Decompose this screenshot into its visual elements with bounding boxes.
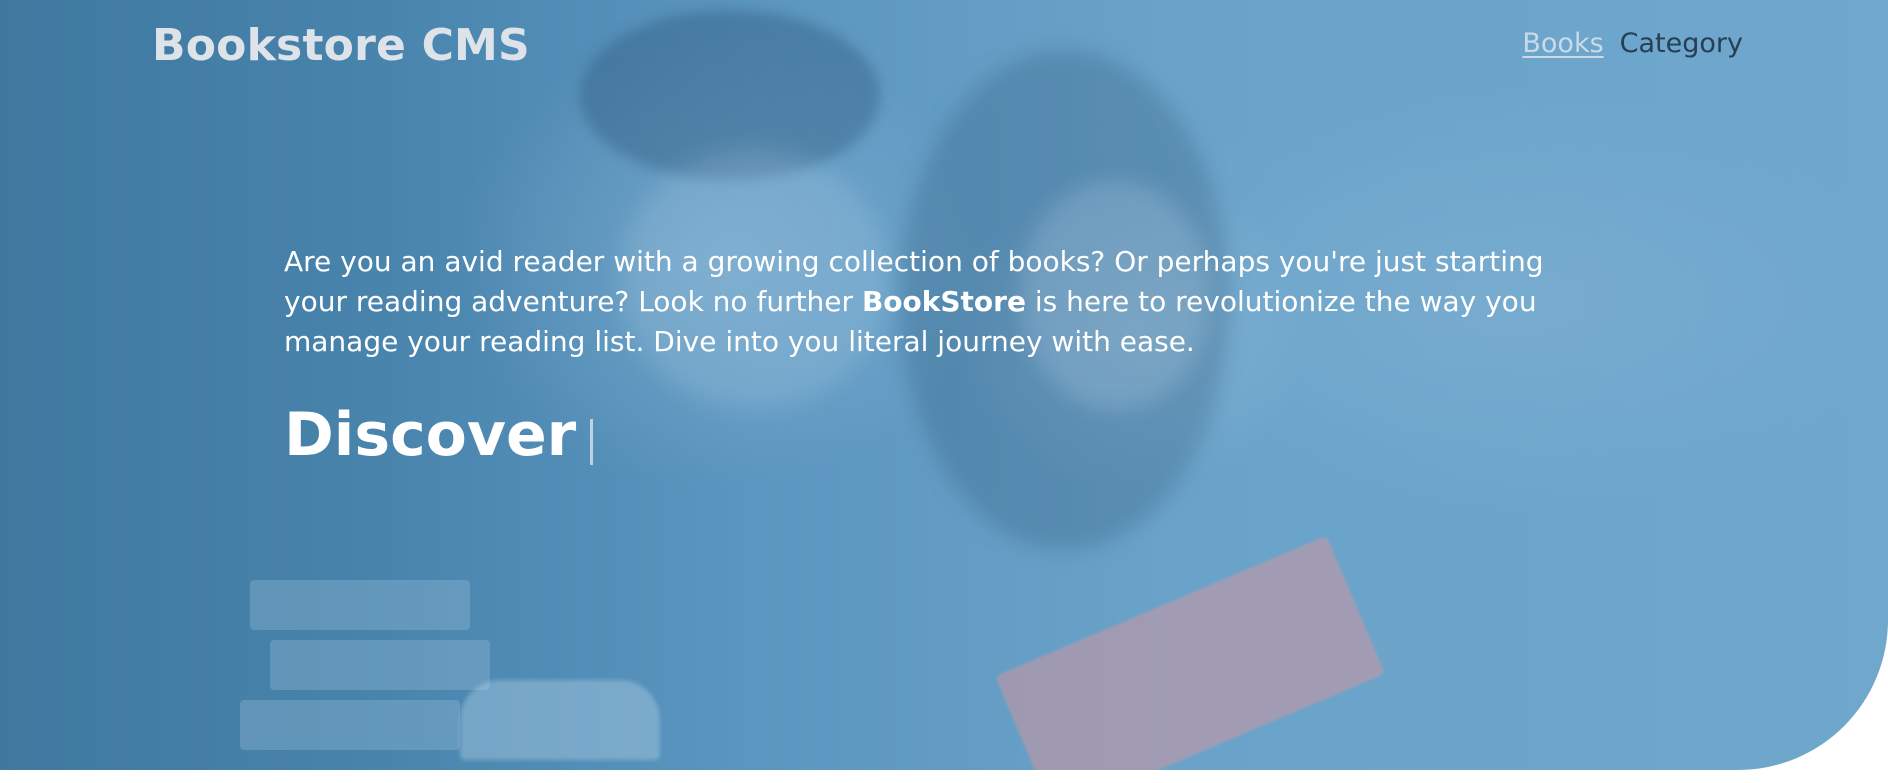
background-book-shape xyxy=(995,535,1385,770)
background-cup-shape xyxy=(460,680,660,760)
main-nav: Books Category xyxy=(1522,28,1743,59)
intro-brand-name: BookStore xyxy=(861,285,1026,318)
typed-headline: Discover xyxy=(284,400,594,470)
background-book-stack xyxy=(240,700,460,750)
typed-word: Discover xyxy=(284,400,577,470)
brand-logo[interactable]: Bookstore CMS xyxy=(152,20,530,71)
nav-link-category[interactable]: Category xyxy=(1620,28,1743,59)
typing-cursor xyxy=(590,419,594,465)
nav-link-books[interactable]: Books xyxy=(1522,28,1603,59)
hero-banner: Bookstore CMS Books Category Are you an … xyxy=(0,0,1888,770)
background-book-stack xyxy=(250,580,470,630)
background-book-stack xyxy=(270,640,490,690)
hero-intro-text: Are you an avid reader with a growing co… xyxy=(284,242,1614,362)
